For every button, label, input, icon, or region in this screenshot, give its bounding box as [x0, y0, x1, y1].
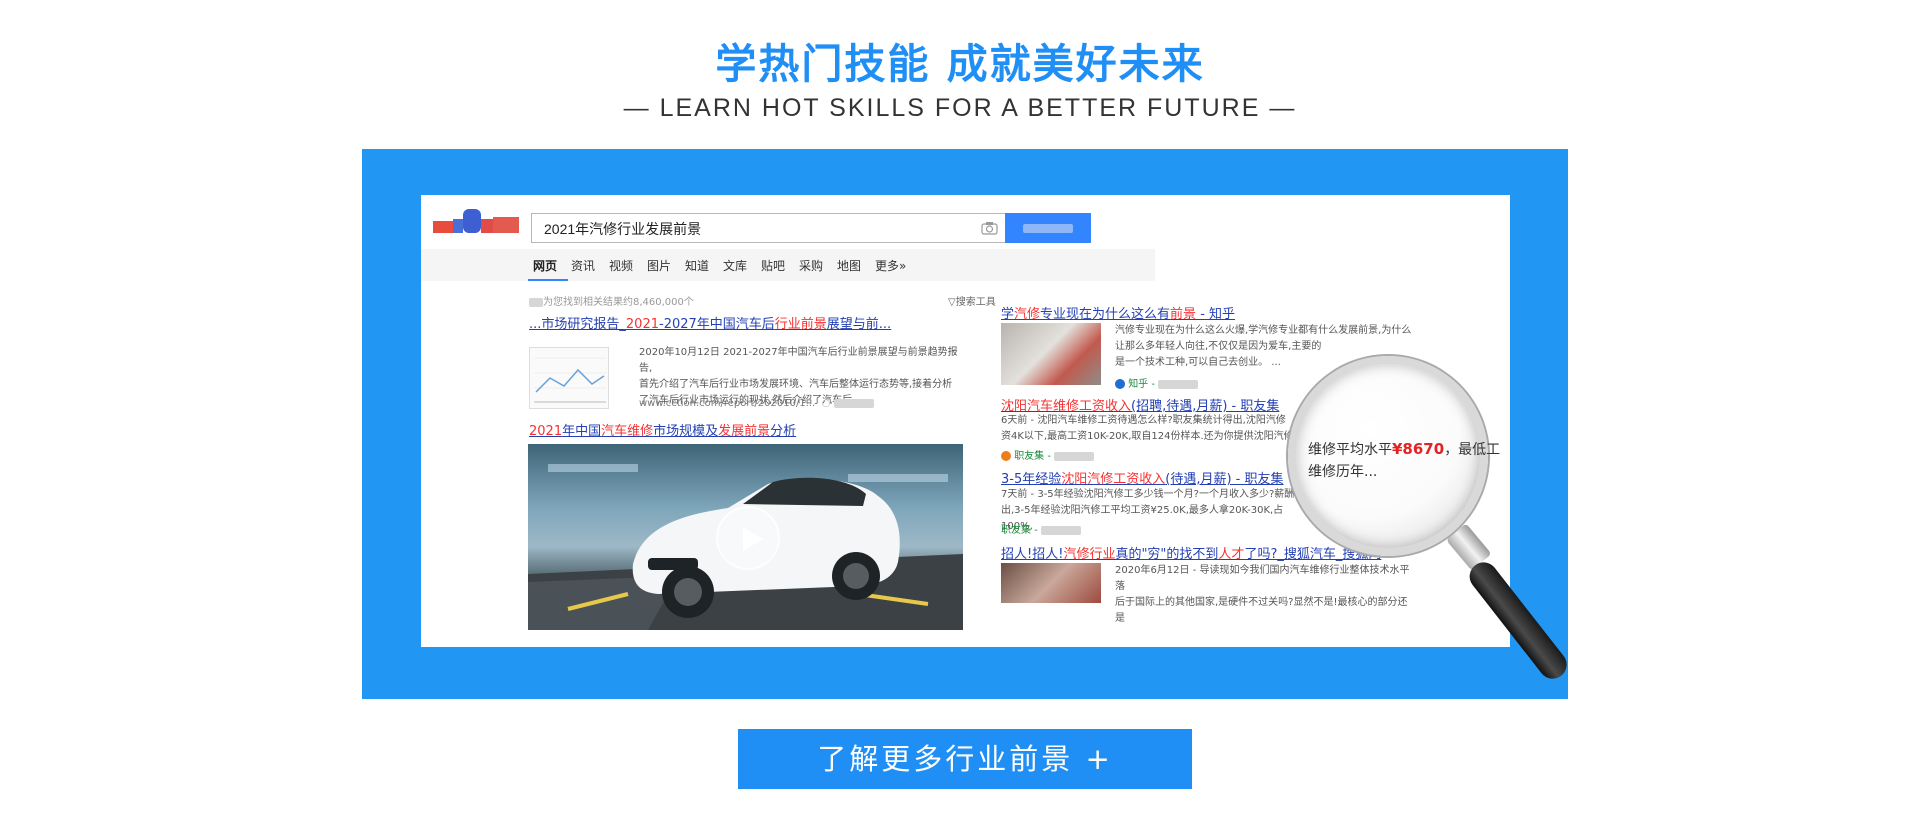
result-title-left-2[interactable]: 2021年中国汽车维修市场规模及发展前景分析	[529, 420, 796, 439]
video-thumbnail[interactable]	[528, 444, 963, 630]
camera-icon[interactable]	[981, 221, 998, 235]
result-title-right-2[interactable]: 沈阳汽车维修工资收入(招聘,待遇,月薪) - 职友集	[1001, 395, 1279, 414]
tab-news[interactable]: 资讯	[571, 257, 595, 274]
page-headline: 学热门技能 成就美好未来	[715, 40, 1205, 88]
play-icon[interactable]	[716, 506, 780, 570]
tab-video[interactable]: 视频	[609, 257, 633, 274]
result-source-right-1[interactable]: 知乎 -	[1115, 375, 1199, 390]
result-thumbnail-chart	[529, 347, 609, 409]
tab-map[interactable]: 地图	[837, 257, 861, 274]
result-source-right-3[interactable]: 职友集 -	[1001, 521, 1081, 536]
search-engine-logo	[433, 209, 523, 237]
result-title-right-3[interactable]: 3-5年经验沈阳汽修工资收入(待遇,月薪) - 职友集	[1001, 468, 1283, 487]
active-tab-indicator	[528, 279, 568, 281]
tab-more[interactable]: 更多»	[875, 257, 906, 274]
zhihu-icon	[1115, 379, 1125, 389]
result-title-right-1[interactable]: 学汽修专业现在为什么这么有前景 - 知乎	[1001, 303, 1235, 322]
search-button[interactable]	[1005, 213, 1091, 243]
result-snippet-right-4: 2020年6月12日 - 导读现如今我们国内汽车维修行业整体技术水平落 后于国际…	[1115, 565, 1410, 624]
tab-images[interactable]: 图片	[647, 257, 671, 274]
result-thumbnail-people	[1001, 563, 1101, 603]
tab-wenku[interactable]: 文库	[723, 257, 747, 274]
tab-zhidao[interactable]: 知道	[685, 257, 709, 274]
search-tools[interactable]: ▽搜索工具	[948, 293, 996, 308]
filter-icon: ▽	[948, 297, 956, 308]
tab-caigou[interactable]: 采购	[799, 257, 823, 274]
search-box[interactable]: 2021年汽修行业发展前景	[531, 213, 1007, 243]
info-icon: ○	[818, 398, 834, 409]
jobui-icon	[1001, 451, 1011, 461]
learn-more-button[interactable]: 了解更多行业前景 +	[738, 729, 1192, 789]
tab-tieba[interactable]: 贴吧	[761, 257, 785, 274]
tab-web[interactable]: 网页	[533, 257, 557, 274]
result-snippet-right-2: 6天前 - 沈阳汽车维修工资待遇怎么样?职友集统计得出,沈阳汽修 资4K以下,最…	[1001, 415, 1294, 442]
result-title-left-1[interactable]: ...市场研究报告_2021-2027年中国汽车后行业前景展望与前...	[529, 313, 891, 332]
result-url-left-1[interactable]: www.cction.com/report/202010/1... ○	[639, 398, 874, 409]
page-subheadline: — LEARN HOT SKILLS FOR A BETTER FUTURE —	[623, 94, 1297, 122]
result-count: 为您找到相关结果约8,460,000个	[529, 293, 694, 308]
result-thumbnail-workshop	[1001, 323, 1101, 385]
result-source-right-2[interactable]: 职友集 -	[1001, 447, 1095, 462]
result-title-right-4[interactable]: 招人!招人!汽修行业真的"穷"的找不到人才了吗?_搜狐汽车_搜狐网	[1001, 543, 1381, 562]
result-tab-bar: 网页 资讯 视频 图片 知道 文库 贴吧 采购 地图 更多»	[421, 249, 1155, 281]
search-query[interactable]: 2021年汽修行业发展前景	[544, 219, 701, 239]
magnified-text: 维修平均水平¥8670，最低工 维修历年...	[1308, 440, 1501, 480]
